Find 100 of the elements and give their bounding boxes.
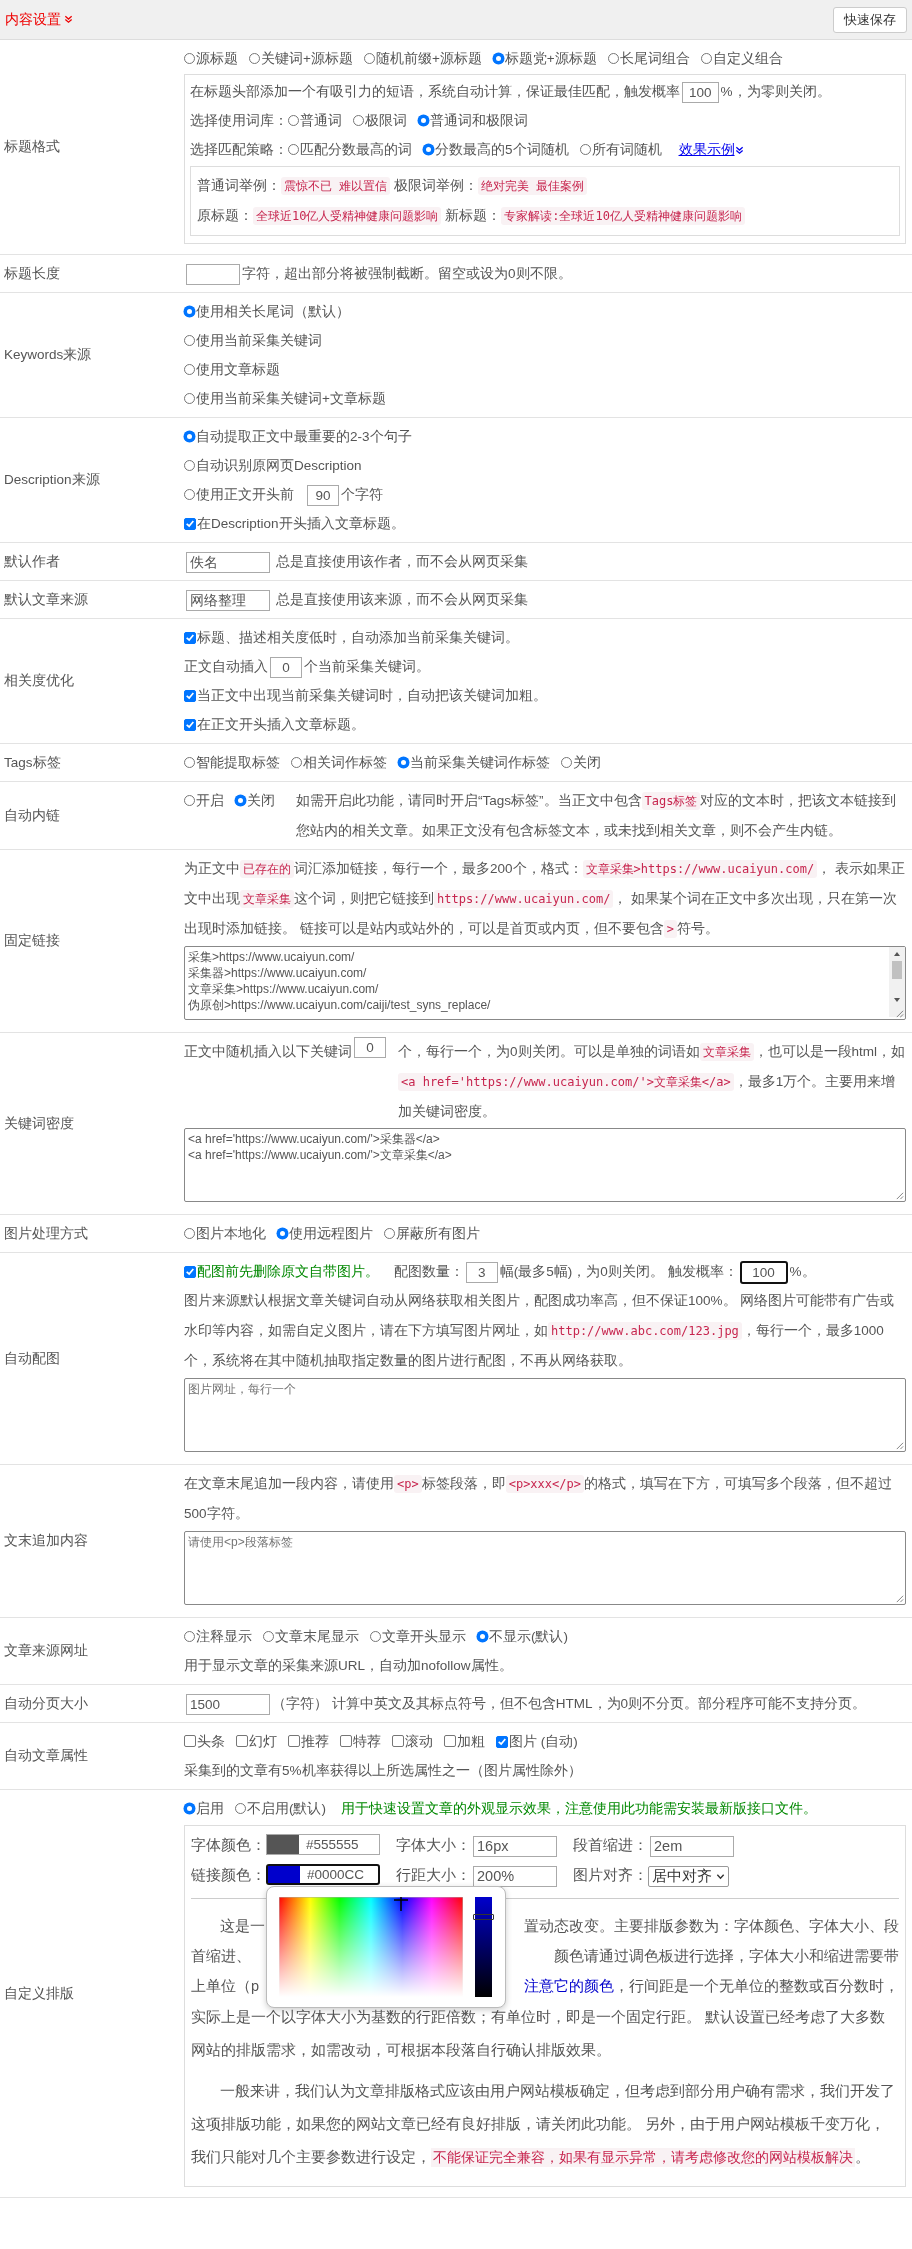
text-area[interactable]: 采集>https://www.ucaiyun.com/ 采集器>https://www.ucaiyun.com/ 文章采集>https://www.ucaiyun.com/ 伪原创>https://www.ucaiyun.com/caiji/test_syns_replace/ <box>184 946 906 1020</box>
checkbox[interactable] <box>184 718 196 731</box>
color-picker-popup[interactable] <box>266 1886 506 2009</box>
checkbox[interactable] <box>184 1265 196 1278</box>
option-label[interactable]: 使用远程图片 <box>289 1226 373 1241</box>
scrollbar[interactable] <box>889 947 905 1017</box>
text-field[interactable]: 0 <box>354 1037 386 1058</box>
radio-button[interactable] <box>477 1631 488 1642</box>
option-label[interactable]: 关闭 <box>247 793 275 808</box>
option-label[interactable]: 在正文开头插入文章标题。 <box>197 717 365 732</box>
option-label[interactable]: 不显示(默认) <box>489 1629 568 1644</box>
option-label[interactable]: 在Description开头插入文章标题。 <box>197 516 405 531</box>
text-field[interactable]: 2em <box>650 1835 734 1857</box>
text-field[interactable]: 佚名 <box>186 551 270 573</box>
checkbox[interactable] <box>496 1735 508 1748</box>
radio-button[interactable] <box>277 1228 288 1239</box>
radio-button[interactable] <box>184 306 195 317</box>
checkbox[interactable] <box>184 631 196 644</box>
checkbox[interactable] <box>340 1735 352 1747</box>
radio-button[interactable] <box>184 1803 195 1814</box>
resize-grip-icon[interactable] <box>895 1009 904 1018</box>
option-label[interactable]: 源标题 <box>196 51 238 66</box>
option-label[interactable]: 图片本地化 <box>196 1226 266 1241</box>
option-label[interactable]: 自动识别原网页Description <box>196 458 362 473</box>
option-label[interactable]: 相关词作标签 <box>303 755 387 770</box>
checkbox[interactable] <box>288 1735 300 1747</box>
text-field[interactable] <box>186 263 240 285</box>
option-label[interactable]: 匹配分数最高的词 <box>300 142 412 157</box>
text-field[interactable]: 0 <box>270 656 302 678</box>
radio-button[interactable] <box>418 115 429 126</box>
text-field[interactable]: 90 <box>307 484 339 506</box>
option-label[interactable]: 开启 <box>196 793 224 808</box>
option-label[interactable]: 头条 <box>197 1734 225 1749</box>
option-label[interactable]: 当前采集关键词作标签 <box>410 755 550 770</box>
text-field[interactable]: 网络整理 <box>186 589 270 611</box>
checkbox[interactable] <box>184 689 196 702</box>
option-label[interactable]: 关键词+源标题 <box>261 51 353 66</box>
option-label[interactable]: 标题党+源标题 <box>504 51 597 66</box>
text-field[interactable]: 100 <box>739 1260 788 1284</box>
checkbox[interactable] <box>184 1735 196 1747</box>
option-label[interactable]: 智能提取标签 <box>196 755 280 770</box>
option-label[interactable]: 推荐 <box>301 1734 329 1749</box>
slider-thumb[interactable] <box>473 1914 494 1921</box>
option-label[interactable]: 标题、描述相关度低时，自动添加当前采集关键词。 <box>197 630 519 645</box>
color-field[interactable]: #555555 <box>266 1833 380 1855</box>
resize-grip-icon[interactable] <box>895 1441 904 1450</box>
radio-button[interactable] <box>398 757 409 768</box>
option-label[interactable]: 长尾词组合 <box>619 51 690 66</box>
save-button[interactable]: 快速保存 <box>833 6 907 33</box>
option-label[interactable]: 屏蔽所有图片 <box>396 1226 480 1241</box>
option-label[interactable]: 文章开头显示 <box>382 1629 466 1644</box>
option-label[interactable]: 幻灯 <box>249 1734 277 1749</box>
option-label[interactable]: 普通词 <box>300 113 342 128</box>
option-label[interactable]: 使用文章标题 <box>196 362 280 377</box>
radio-button[interactable] <box>235 795 246 806</box>
select-dropdown[interactable]: 居中对齐 <box>648 1865 729 1887</box>
resize-grip-icon[interactable] <box>895 1594 904 1603</box>
option-label[interactable]: 自定义组合 <box>712 51 783 66</box>
option-label[interactable]: 使用当前采集关键词+文章标题 <box>196 391 386 406</box>
option-label[interactable]: 图片 (自动) <box>509 1734 578 1749</box>
option-label[interactable]: 使用正文开头前 <box>196 487 294 502</box>
option-label[interactable]: 配图前先删除原文自带图片。 <box>197 1264 379 1279</box>
color-spectrum[interactable] <box>279 1897 463 1998</box>
text-field[interactable]: 200% <box>473 1865 557 1887</box>
radio-button[interactable] <box>423 144 434 155</box>
radio-button[interactable] <box>492 53 504 64</box>
option-label[interactable]: 所有词随机 <box>591 142 662 157</box>
option-label[interactable]: 使用当前采集关键词 <box>196 333 322 348</box>
text-field[interactable]: 3 <box>465 1261 498 1283</box>
option-label[interactable]: 关闭 <box>573 755 601 770</box>
option-label[interactable]: 注释显示 <box>196 1629 252 1644</box>
checkbox[interactable] <box>444 1735 456 1747</box>
checkbox[interactable] <box>236 1735 248 1747</box>
text-field[interactable]: 100 <box>682 81 719 103</box>
radio-button[interactable] <box>184 431 195 442</box>
text-area[interactable]: 请使用<p>段落标签 <box>184 1531 906 1605</box>
option-label[interactable]: 启用 <box>196 1801 224 1816</box>
color-field[interactable]: #0000CC <box>266 1864 380 1886</box>
option-label[interactable]: 不启用(默认) <box>247 1801 326 1816</box>
resize-grip-icon[interactable] <box>895 1191 904 1200</box>
section-toggle[interactable]: 内容设置 <box>5 10 73 29</box>
text-field[interactable]: 1500 <box>186 1693 270 1715</box>
checkbox[interactable] <box>184 517 196 530</box>
option-label[interactable]: 滚动 <box>405 1734 433 1749</box>
checkbox[interactable] <box>392 1735 404 1747</box>
text-area[interactable]: <a href='https://www.ucaiyun.com/'>采集器</a> <a href='https://www.ucaiyun.com/'>文章采集</a> <box>184 1128 906 1202</box>
option-label[interactable]: 自动提取正文中最重要的2-3个句子 <box>196 429 412 444</box>
option-label[interactable]: 当正文中出现当前采集关键词时，自动把该关键词加粗。 <box>197 688 547 703</box>
option-label[interactable]: 特荐 <box>353 1734 381 1749</box>
text-field[interactable]: 16px <box>473 1835 557 1857</box>
option-label[interactable]: 分数最高的5个词随机 <box>435 142 569 157</box>
brightness-slider[interactable] <box>475 1897 492 1998</box>
option-label[interactable]: 文章末尾显示 <box>275 1629 359 1644</box>
option-label[interactable]: 使用相关长尾词（默认） <box>196 304 350 319</box>
option-label[interactable]: 普通词和极限词 <box>430 113 528 128</box>
text-area[interactable]: 图片网址，每行一个 <box>184 1378 906 1452</box>
option-label[interactable]: 随机前缀+源标题 <box>375 51 482 66</box>
example-link[interactable]: 效果示例 <box>678 142 744 157</box>
option-label[interactable]: 加粗 <box>457 1734 485 1749</box>
option-label[interactable]: 极限词 <box>365 113 407 128</box>
